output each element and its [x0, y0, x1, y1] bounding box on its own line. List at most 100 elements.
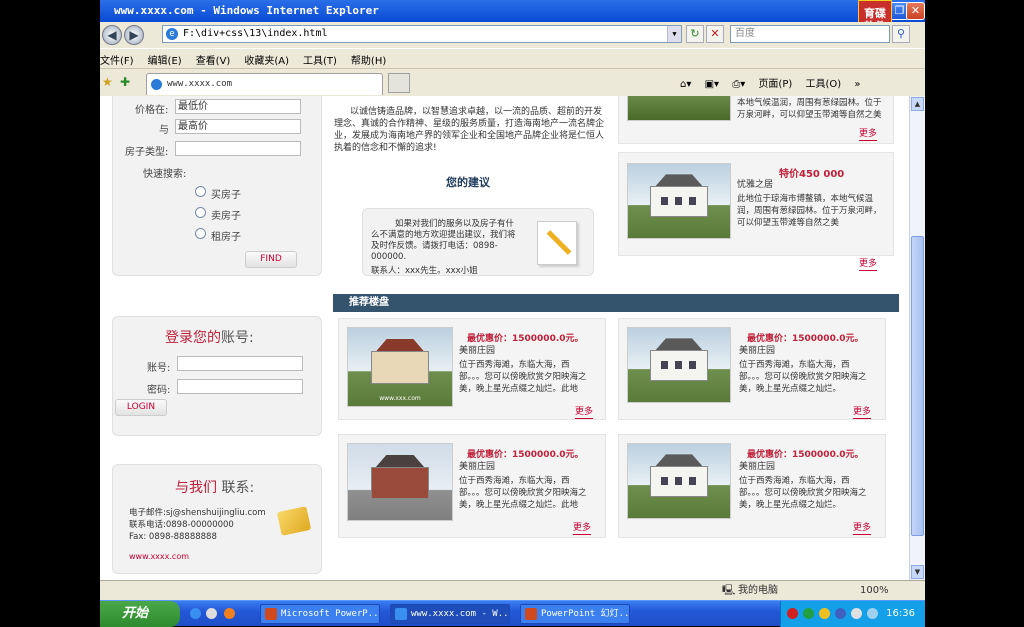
- menu-edit[interactable]: 编辑(E): [148, 49, 182, 67]
- price-to-input[interactable]: 最高价: [175, 119, 301, 134]
- favorites-star-icon[interactable]: ★: [102, 75, 113, 89]
- card-more[interactable]: 更多: [573, 523, 592, 535]
- recommend-card-2: 最优惠价：1500000.0元。 美丽庄园 位于西秀海滩，东临大海，西部。。。您…: [618, 318, 886, 420]
- menu-tools[interactable]: 工具(T): [303, 49, 337, 67]
- side-mid-price: 特价450 000: [779, 169, 845, 180]
- close-button[interactable]: ✕: [906, 2, 925, 20]
- contact-title-b: 联系:: [221, 480, 255, 496]
- account-label: 账号:: [147, 363, 171, 374]
- brick-body: [370, 466, 430, 499]
- refresh-icon[interactable]: ↻: [686, 25, 704, 43]
- title-bar: www.xxxx.com - Windows Internet Explorer: [100, 0, 925, 22]
- menu-view[interactable]: 查看(V): [196, 49, 231, 67]
- firefox-quicklaunch-icon[interactable]: [224, 608, 235, 619]
- house-window: [674, 360, 683, 370]
- card-name: 美丽庄园: [739, 462, 776, 472]
- tab-ie-icon: [151, 79, 162, 90]
- search-input[interactable]: 百度: [730, 25, 890, 43]
- card-text: 位于西秀海滩，东临大海，西部。。。您可以傍晚欣赏夕阳映海之美，晚上星光点缀之灿烂…: [739, 476, 867, 510]
- logo-text-1: 育碟: [864, 7, 886, 20]
- task-slideshow[interactable]: PowerPoint 幻灯...: [520, 604, 630, 624]
- search-placeholder: 百度: [735, 28, 755, 39]
- login-panel: 登录您的账号: 账号: 密码: LOGIN: [112, 316, 322, 436]
- suggest-title: 您的建议: [446, 176, 490, 189]
- price-to-label: 与: [159, 125, 169, 136]
- computer-icon: 🖳: [722, 585, 736, 596]
- task-powerpoint[interactable]: Microsoft PowerP...: [260, 604, 380, 624]
- page-menu[interactable]: 页面(P): [758, 79, 792, 90]
- volume-icon[interactable]: [851, 608, 862, 619]
- tray-icon[interactable]: [787, 608, 798, 619]
- scroll-thumb[interactable]: [911, 236, 924, 536]
- scroll-down-icon[interactable]: ▼: [911, 565, 924, 579]
- search-icon[interactable]: ⚲: [892, 25, 910, 43]
- brick-house-image: [347, 443, 453, 521]
- forward-icon[interactable]: ▶: [124, 25, 144, 45]
- type-label: 房子类型:: [125, 147, 169, 158]
- home-icon[interactable]: ⌂▾: [680, 79, 691, 90]
- start-button[interactable]: 开始: [100, 601, 180, 627]
- network-icon[interactable]: [867, 608, 878, 619]
- menu-favorites[interactable]: 收藏夹(A): [244, 49, 289, 67]
- vertical-scrollbar[interactable]: ▲ ▼: [909, 96, 925, 580]
- chevron-more-icon[interactable]: »: [854, 79, 860, 90]
- address-input[interactable]: e F:\div+css\13\index.html ▼: [162, 25, 682, 43]
- tray-icon[interactable]: [803, 608, 814, 619]
- menu-file[interactable]: 文件(F): [100, 49, 134, 67]
- scroll-up-icon[interactable]: ▲: [911, 97, 924, 111]
- house-window: [689, 360, 697, 370]
- add-favorite-icon[interactable]: ✚: [120, 75, 130, 89]
- new-tab-button[interactable]: [388, 73, 410, 93]
- tray-icon[interactable]: [835, 608, 846, 619]
- address-dropdown-icon[interactable]: ▼: [667, 26, 681, 42]
- side-mid-more[interactable]: 更多: [859, 259, 878, 271]
- task-ie[interactable]: www.xxxx.com - W...: [390, 604, 510, 624]
- card-more[interactable]: 更多: [853, 407, 872, 419]
- tray-icon[interactable]: [819, 608, 830, 619]
- side-mid-text: 此地位于琼海市博鳌镇，本地气候温润，周围有葱绿园林。位于万泉河畔，可以仰望玉带滩…: [737, 194, 882, 228]
- side-top-more[interactable]: 更多: [859, 129, 878, 141]
- tab-active[interactable]: www.xxxx.com: [146, 73, 383, 95]
- contact-site[interactable]: www.xxxx.com: [129, 551, 189, 563]
- card-price: 最优惠价：1500000.0元。: [747, 334, 864, 344]
- card-more[interactable]: 更多: [853, 523, 872, 535]
- type-input[interactable]: [175, 141, 301, 156]
- status-zoom[interactable]: 100%: [860, 581, 889, 600]
- clock: 16:36: [886, 608, 915, 619]
- address-text: F:\div+css\13\index.html: [183, 28, 328, 39]
- notepad-icon: [537, 221, 577, 265]
- intro-text: 以诚信铸造品牌，以智慧追求卓越，以一流的品质、超前的开发理念、真诚的合作精神、星…: [334, 107, 605, 153]
- price-from-input[interactable]: 最低价: [175, 99, 301, 114]
- contact-phone: 联系电话:0898-00000000: [129, 520, 234, 530]
- back-icon[interactable]: ◀: [102, 25, 122, 45]
- find-button[interactable]: FIND: [245, 251, 297, 268]
- task-label: www.xxxx.com - W...: [411, 609, 510, 619]
- password-input[interactable]: [177, 379, 303, 394]
- feeds-icon[interactable]: ▣▾: [705, 79, 719, 90]
- print-icon[interactable]: ⎙▾: [732, 79, 745, 90]
- login-button[interactable]: LOGIN: [115, 399, 167, 416]
- card-text: 位于西秀海滩，东临大海，西部。。。您可以傍晚欣赏夕阳映海之美，晚上星光点缀之灿烂…: [739, 360, 867, 394]
- powerpoint-icon: [525, 608, 537, 620]
- task-label: PowerPoint 幻灯...: [541, 609, 630, 619]
- card-text: 位于西秀海滩，东临大海，西部。。。您可以傍晚欣赏夕阳映海之美，晚上星光点缀之灿烂…: [459, 476, 587, 510]
- desktop-quicklaunch-icon[interactable]: [206, 608, 217, 619]
- suggest-contact: 联系人：xxx先生。xxx小姐: [371, 266, 478, 276]
- start-label: 开始: [122, 606, 149, 621]
- quick-search-label: 快速搜索:: [143, 169, 187, 180]
- radio-rent[interactable]: [195, 228, 206, 239]
- house-image: [627, 443, 731, 519]
- menu-help[interactable]: 帮助(H): [351, 49, 386, 67]
- search-panel: 价格在: 最低价 与 最高价 房子类型: 快速搜索: 买房子 卖房子 租房子 F…: [112, 96, 322, 276]
- tools-menu[interactable]: 工具(O): [805, 79, 841, 90]
- radio-sell[interactable]: [195, 207, 206, 218]
- status-bar: 🖳 我的电脑 100%: [100, 580, 925, 600]
- side-top-text: 本地气候温润，周围有葱绿园林。位于万泉河畔，可以仰望玉带滩等自然之美: [737, 98, 882, 120]
- contact-title-a: 与我们: [175, 480, 217, 496]
- card-more[interactable]: 更多: [575, 407, 594, 419]
- ie-quicklaunch-icon[interactable]: [190, 608, 201, 619]
- account-input[interactable]: [177, 356, 303, 371]
- radio-buy[interactable]: [195, 186, 206, 197]
- stop-icon[interactable]: ✕: [706, 25, 724, 43]
- envelope-icon: [276, 506, 312, 536]
